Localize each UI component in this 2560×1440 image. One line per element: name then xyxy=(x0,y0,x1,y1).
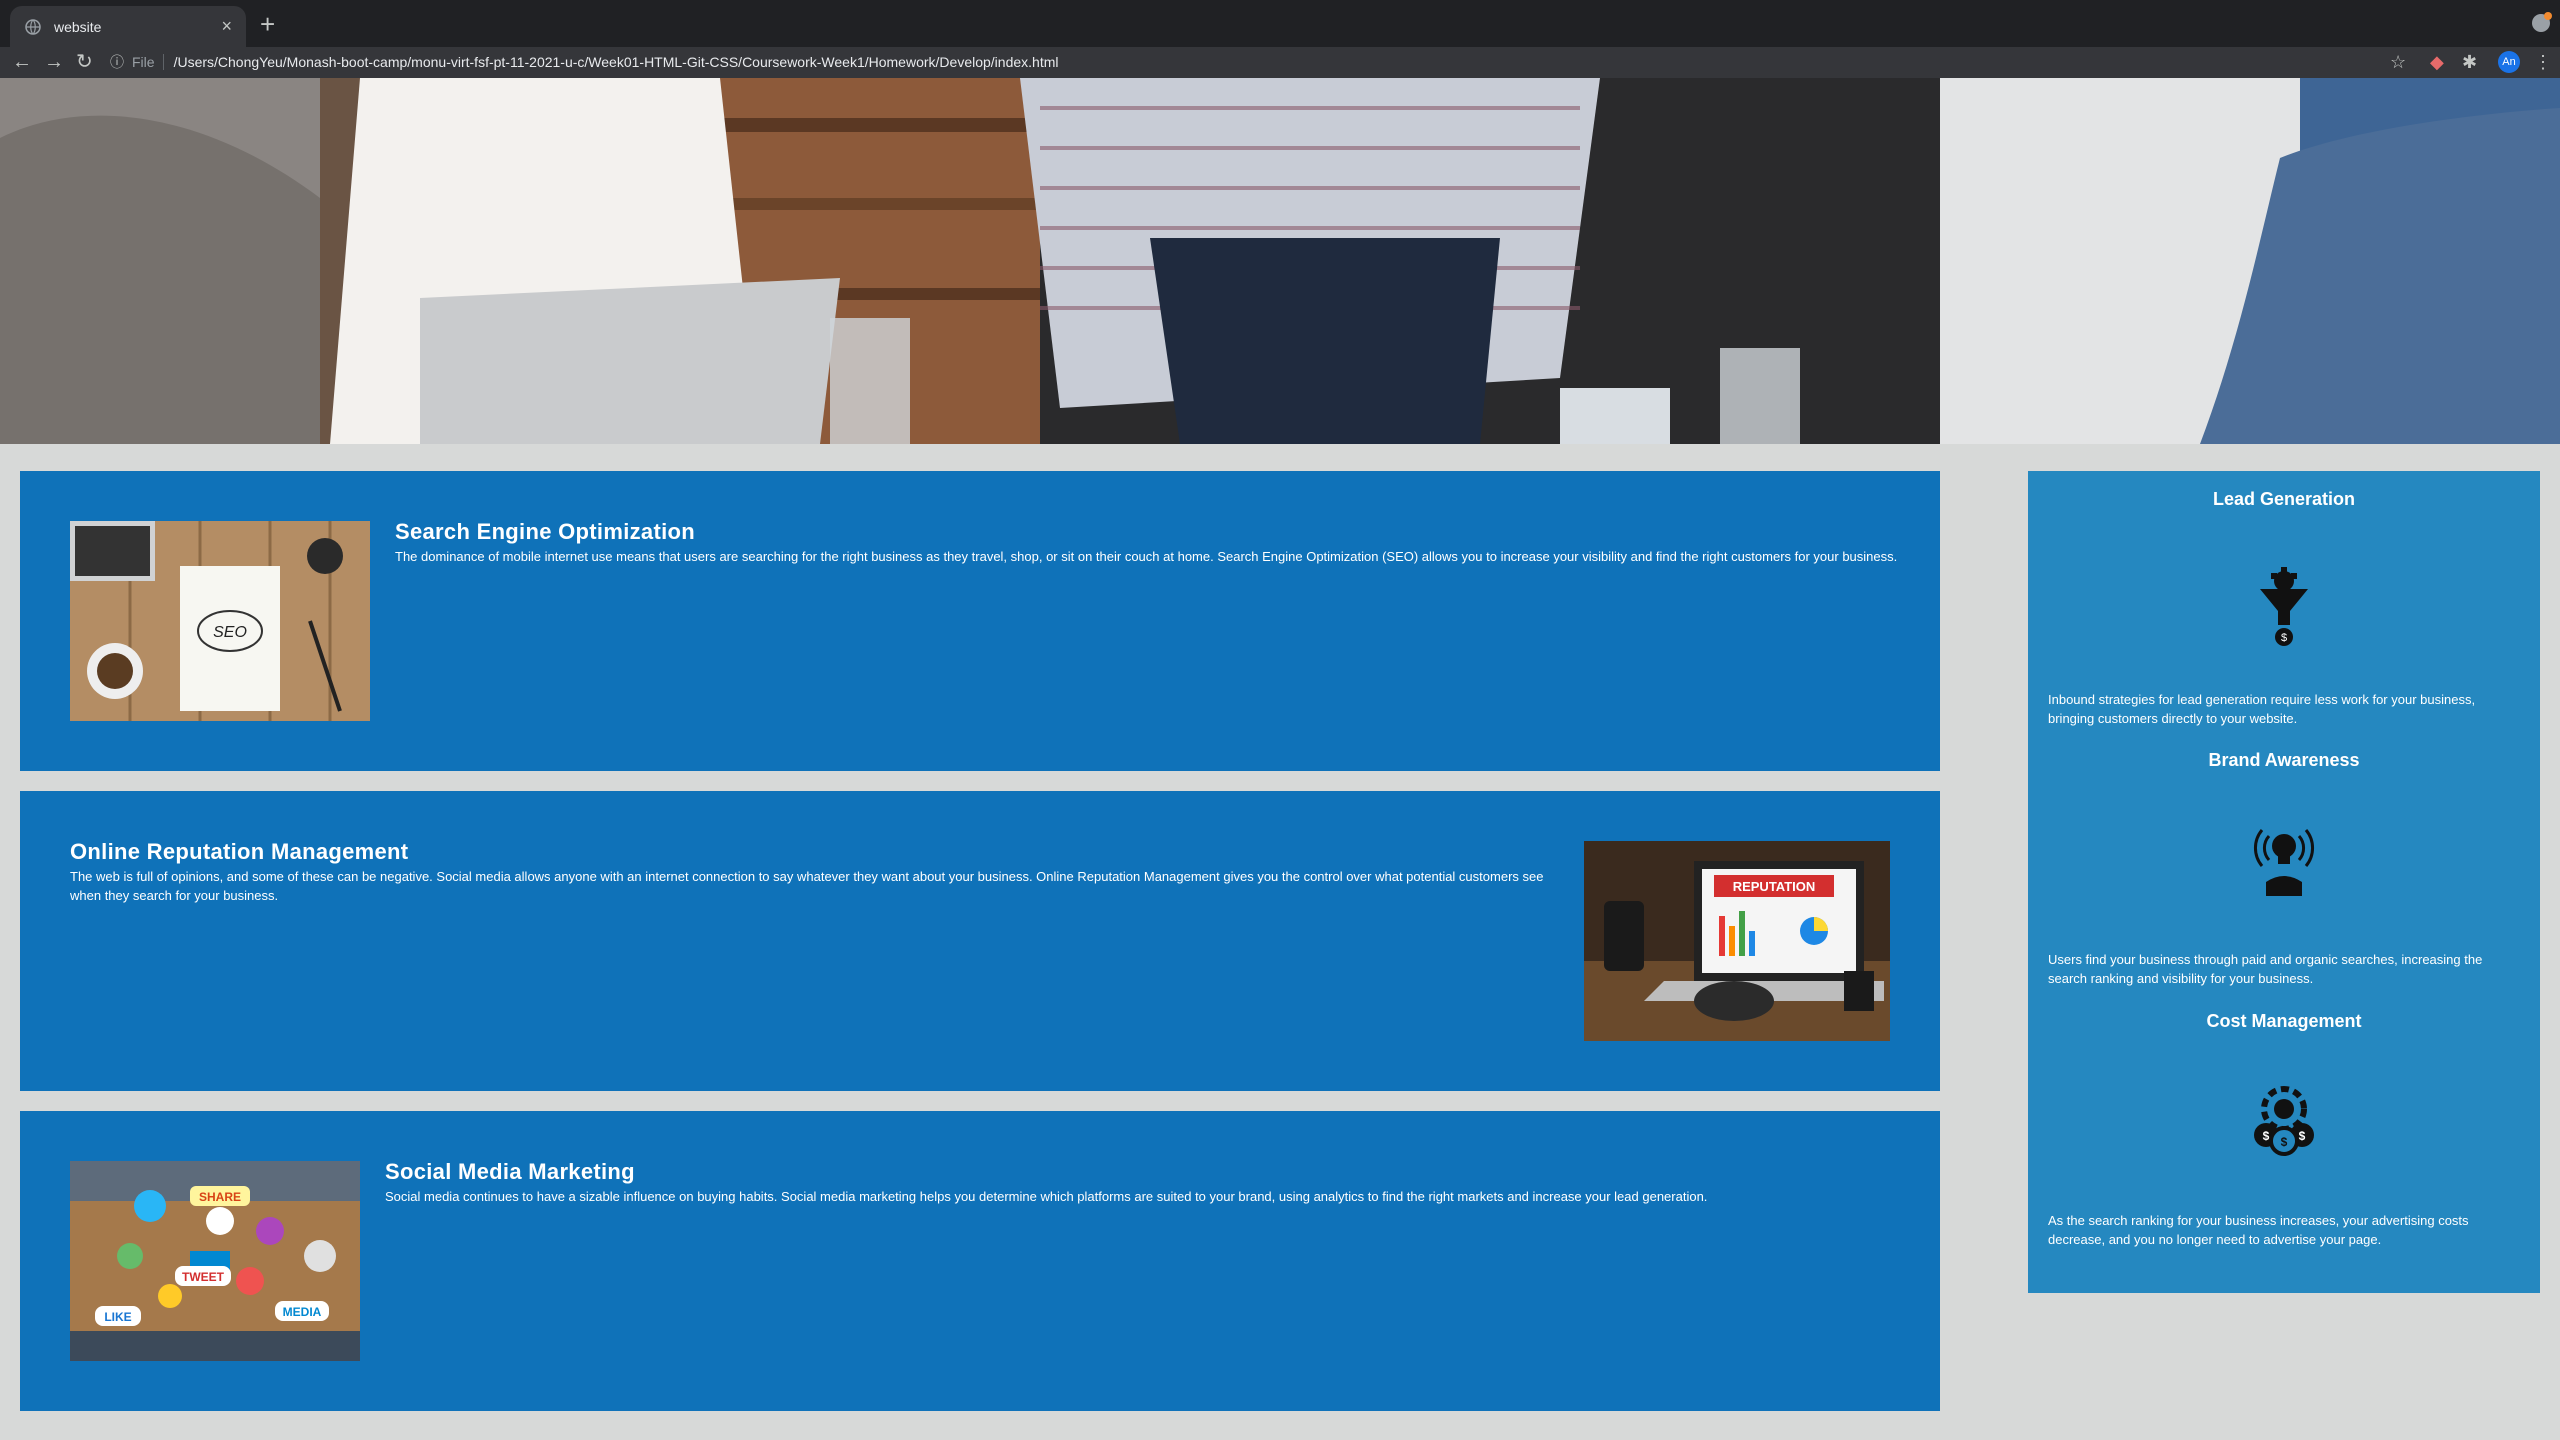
scheme-label: File xyxy=(132,54,155,70)
like-bubble-label: LIKE xyxy=(104,1310,131,1324)
hero-image xyxy=(0,78,2560,444)
svg-text:$: $ xyxy=(2281,632,2287,644)
hero-photo-illustration xyxy=(0,78,2560,444)
seo-heading: Search Engine Optimization xyxy=(395,519,695,544)
reputation-description: The web is full of opinions, and some of… xyxy=(70,869,1544,903)
reputation-image-label: REPUTATION xyxy=(1733,879,1816,894)
reputation-image: REPUTATION xyxy=(1584,841,1890,1041)
address-divider xyxy=(162,54,164,70)
globe-icon xyxy=(24,18,42,36)
bookmark-star-icon[interactable]: ☆ xyxy=(2390,52,2406,73)
svg-text:$: $ xyxy=(2299,1129,2306,1143)
address-bar[interactable]: ⓘ File /Users/ChongYeu/Monash-boot-camp/… xyxy=(110,49,2410,75)
cost-management-text: As the search ranking for your business … xyxy=(2048,1213,2469,1247)
lead-generation-heading: Lead Generation xyxy=(2212,489,2356,509)
window-menu-icon[interactable] xyxy=(2532,12,2552,32)
social-text-block: Social Media Marketing Social media cont… xyxy=(385,1159,1905,1206)
svg-text:$: $ xyxy=(2281,1135,2288,1149)
benefit-cost-management: Cost Management $ $ $ As the search rankin… xyxy=(2028,1011,2540,1281)
browser-toolbar: ← → ↻ ⓘ File /Users/ChongYeu/Monash-boot… xyxy=(0,47,2560,78)
benefit-brand-awareness: Brand Awareness Users find your business… xyxy=(2028,750,2540,1010)
reputation-heading: Online Reputation Management xyxy=(70,839,409,864)
social-description: Social media continues to have a sizable… xyxy=(385,1189,1708,1204)
extension-icon[interactable]: ◆ xyxy=(2430,52,2444,73)
kebab-menu-icon[interactable]: ⋮ xyxy=(2534,52,2552,73)
reload-icon[interactable]: ↻ xyxy=(76,51,93,73)
seo-image-label: SEO xyxy=(213,624,247,641)
coins-gear-icon: $ $ $ xyxy=(2244,1077,2324,1157)
brand-awareness-heading: Brand Awareness xyxy=(2208,750,2360,770)
social-heading: Social Media Marketing xyxy=(385,1159,635,1184)
tab-close-icon[interactable]: × xyxy=(221,16,232,37)
profile-avatar[interactable]: An xyxy=(2498,51,2520,73)
browser-tab-strip: website × + xyxy=(0,0,2560,47)
new-tab-icon[interactable]: + xyxy=(260,11,275,37)
url-text[interactable]: /Users/ChongYeu/Monash-boot-camp/monu-vi… xyxy=(174,54,1059,70)
lead-generation-text: Inbound strategies for lead generation r… xyxy=(2048,692,2476,726)
browser-tab[interactable]: website × xyxy=(10,6,246,47)
cost-management-heading: Cost Management xyxy=(2206,1011,2362,1031)
forward-icon[interactable]: → xyxy=(44,51,64,73)
content-card-social: SHARE TWEET LIKE MEDIA Social Media Mark… xyxy=(20,1111,1940,1411)
lightbulb-broadcast-icon xyxy=(2244,816,2324,896)
tweet-bubble-label: TWEET xyxy=(182,1270,225,1284)
brand-awareness-text: Users find your business through paid an… xyxy=(2048,952,2483,986)
social-media-image: SHARE TWEET LIKE MEDIA xyxy=(70,1161,360,1361)
media-bubble-label: MEDIA xyxy=(283,1305,322,1319)
tab-title: website xyxy=(54,18,102,35)
reputation-text-block: Online Reputation Management The web is … xyxy=(70,839,1570,905)
seo-image: SEO xyxy=(70,521,370,721)
benefits-sidebar: Lead Generation $ Inbound strategies for… xyxy=(2028,471,2540,1293)
seo-text-block: Search Engine Optimization The dominance… xyxy=(395,519,1905,566)
content-card-reputation: Online Reputation Management The web is … xyxy=(20,791,1940,1091)
content-card-seo: SEO Search Engine Optimization The domin… xyxy=(20,471,1940,771)
svg-text:$: $ xyxy=(2263,1129,2270,1143)
benefit-lead-generation: Lead Generation $ Inbound strategies for… xyxy=(2028,489,2540,749)
share-bubble-label: SHARE xyxy=(199,1190,241,1204)
seo-description: The dominance of mobile internet use mea… xyxy=(395,549,1898,564)
back-icon[interactable]: ← xyxy=(12,51,32,73)
info-icon[interactable]: ⓘ xyxy=(110,52,124,72)
puzzle-extensions-icon[interactable]: ✱ xyxy=(2462,52,2477,73)
lead-funnel-icon: $ xyxy=(2244,567,2324,647)
